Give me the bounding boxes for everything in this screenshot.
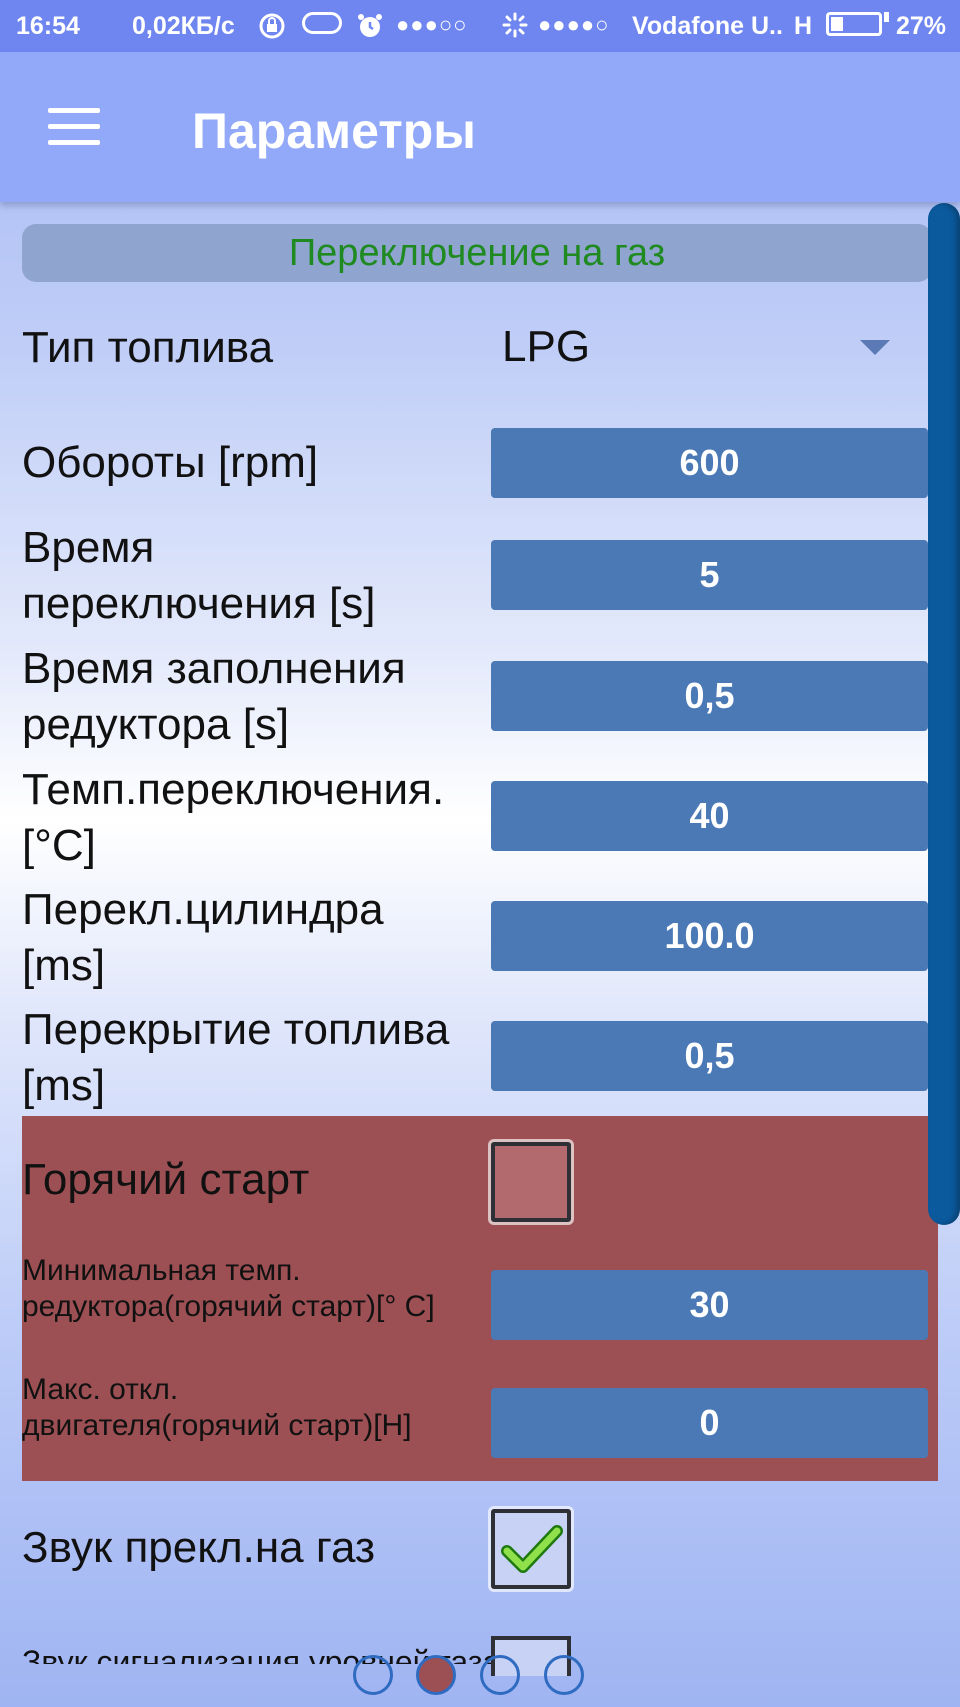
status-network-type: H bbox=[794, 12, 813, 40]
status-carrier: Vodafone U.. bbox=[632, 12, 783, 40]
battery-icon bbox=[826, 12, 882, 36]
section-header: Переключение на газ bbox=[22, 224, 932, 282]
status-battery-percent: 27% bbox=[896, 12, 947, 40]
reducer-fill-time-label: Время заполнения редуктора [s] bbox=[22, 644, 406, 749]
page-title: Параметры bbox=[192, 103, 476, 159]
switch-temp-input[interactable]: 40 bbox=[491, 781, 928, 851]
rotation-lock-icon bbox=[258, 12, 286, 47]
hamburger-menu-icon[interactable] bbox=[48, 108, 100, 146]
switch-temp-label: Темп.переключения. [°C] bbox=[22, 765, 445, 870]
cylinder-switch-input[interactable]: 100.0 bbox=[491, 901, 928, 971]
battery-tip bbox=[884, 12, 889, 22]
status-bar: 16:54 0,02КБ/с ●●●○○ ●●●●○ Vodafone U.. … bbox=[0, 0, 960, 52]
switch-time-label: Время переключения [s] bbox=[22, 523, 376, 628]
alarm-icon bbox=[356, 12, 384, 47]
status-time: 16:54 bbox=[16, 12, 80, 40]
min-reducer-temp-input[interactable]: 30 bbox=[491, 1270, 928, 1340]
min-reducer-temp-label: Минимальная темп. редуктора(горячий старт… bbox=[22, 1254, 435, 1323]
signal-strength-1-icon: ●●●○○ bbox=[396, 12, 468, 37]
page-dot-1[interactable] bbox=[353, 1655, 393, 1695]
loading-spinner-icon bbox=[502, 12, 528, 45]
cylinder-switch-label: Перекл.цилиндра [ms] bbox=[22, 885, 384, 990]
fuel-type-value: LPG bbox=[502, 322, 591, 371]
scrollbar[interactable] bbox=[928, 203, 960, 1225]
page-dot-3[interactable] bbox=[480, 1655, 520, 1695]
fuel-overlap-label: Перекрытие топлива [ms] bbox=[22, 1005, 450, 1110]
reducer-fill-time-input[interactable]: 0,5 bbox=[491, 661, 928, 731]
max-engine-dev-input[interactable]: 0 bbox=[491, 1388, 928, 1458]
checkmark-icon bbox=[501, 1525, 563, 1573]
app-bar: Параметры bbox=[0, 52, 960, 202]
fuel-overlap-input[interactable]: 0,5 bbox=[491, 1021, 928, 1091]
signal-strength-2-icon: ●●●●○ bbox=[538, 12, 610, 37]
page-indicator bbox=[0, 1655, 960, 1707]
sound-switch-checkbox[interactable] bbox=[491, 1509, 571, 1589]
page-dot-4[interactable] bbox=[544, 1655, 584, 1695]
data-saver-icon bbox=[302, 12, 342, 34]
sound-switch-label: Звук прекл.на газ bbox=[22, 1523, 376, 1572]
rpm-input[interactable]: 600 bbox=[491, 428, 928, 498]
switch-time-input[interactable]: 5 bbox=[491, 540, 928, 610]
rpm-label: Обороты [rpm] bbox=[22, 438, 319, 487]
dropdown-arrow-icon bbox=[860, 340, 890, 355]
max-engine-dev-label: Макс. откл. двигателя(горячий старт)[Н] bbox=[22, 1373, 412, 1442]
fuel-type-dropdown[interactable]: LPG bbox=[490, 318, 910, 384]
fuel-type-label: Тип топлива bbox=[22, 323, 274, 372]
page-dot-2-active[interactable] bbox=[416, 1655, 456, 1695]
hot-start-label: Горячий старт bbox=[22, 1155, 310, 1204]
hot-start-checkbox[interactable] bbox=[491, 1142, 571, 1222]
status-network-speed: 0,02КБ/с bbox=[132, 12, 235, 40]
